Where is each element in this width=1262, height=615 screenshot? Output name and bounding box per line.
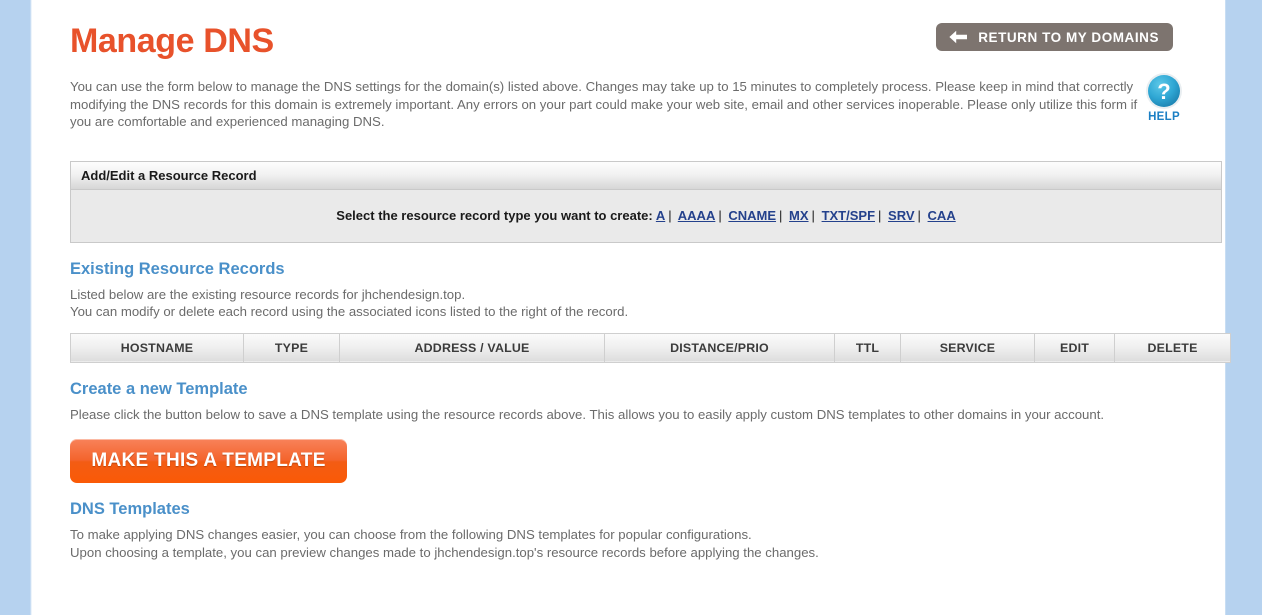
record-type-link-a[interactable]: A	[656, 208, 665, 223]
record-type-separator: |	[718, 208, 722, 223]
page-background: Manage DNS RETURN TO MY DOMAINS You can …	[0, 0, 1262, 615]
create-template-section: Create a new Template Please click the b…	[70, 380, 1187, 424]
existing-records-desc-line2: You can modify or delete each record usi…	[70, 304, 629, 319]
record-type-link-caa[interactable]: CAA	[928, 208, 956, 223]
record-type-link-aaaa[interactable]: AAAA	[678, 208, 716, 223]
table-column-header: SERVICE	[900, 332, 1035, 363]
table-header-row: HOSTNAME TYPE ADDRESS / VALUE DISTANCE/PRIO…	[70, 332, 1231, 363]
intro-section: You can use the form below to manage the…	[51, 73, 1206, 131]
create-template-title: Create a new Template	[70, 379, 248, 398]
return-to-my-domains-button[interactable]: RETURN TO MY DOMAINS	[936, 23, 1173, 51]
intro-paragraph: You can use the form below to manage the…	[70, 79, 1138, 129]
table-column-header: DISTANCE/PRIO	[604, 332, 835, 363]
left-arrow-icon	[948, 30, 968, 44]
record-type-separator: |	[668, 208, 672, 223]
table-column-header: TYPE	[243, 332, 340, 363]
record-type-link-txt-spf[interactable]: TXT/SPF	[822, 208, 875, 223]
record-type-link-list: A | AAAA | CNAME | MX | TXT/SPF | SRV | CAA	[656, 208, 956, 223]
help-widget[interactable]: ? HELP	[1136, 72, 1192, 123]
record-type-separator: |	[779, 208, 783, 223]
help-label[interactable]: HELP	[1136, 111, 1192, 123]
existing-records-title: Existing Resource Records	[70, 259, 285, 278]
resource-records-table: HOSTNAME TYPE ADDRESS / VALUE DISTANCE/PRIO…	[70, 332, 1231, 363]
create-template-description: Please click the button below to save a …	[70, 406, 1105, 422]
page-content: Manage DNS RETURN TO MY DOMAINS You can …	[32, 0, 1231, 615]
question-mark-icon[interactable]: ?	[1145, 72, 1183, 110]
existing-records-description: Listed below are the existing resource r…	[70, 286, 1187, 321]
make-this-a-template-button[interactable]: MAKE THIS A TEMPLATE	[70, 439, 347, 483]
record-type-link-srv[interactable]: SRV	[888, 208, 915, 223]
table-column-header: TTL	[834, 332, 901, 363]
add-edit-resource-record-panel: Add/Edit a Resource Record Select the re…	[70, 160, 1222, 243]
svg-text:?: ?	[1157, 79, 1170, 104]
record-type-separator: |	[878, 208, 882, 223]
page-title: Manage DNS	[70, 22, 274, 60]
return-button-label: RETURN TO MY DOMAINS	[978, 29, 1159, 45]
existing-resource-records-section: Existing Resource Records Listed below a…	[70, 260, 1187, 321]
record-type-link-cname[interactable]: CNAME	[728, 208, 776, 223]
table-column-header: HOSTNAME	[70, 332, 244, 363]
page-header: Manage DNS RETURN TO MY DOMAINS	[51, 0, 1206, 78]
record-type-selector: Select the resource record type you want…	[336, 208, 955, 223]
make-template-button-label: MAKE THIS A TEMPLATE	[91, 450, 326, 471]
record-type-link-mx[interactable]: MX	[789, 208, 809, 223]
panel-body: Select the resource record type you want…	[71, 189, 1221, 242]
table-column-header: EDIT	[1034, 332, 1115, 363]
dns-templates-desc-line2: Upon choosing a template, you can previe…	[70, 544, 819, 560]
dns-templates-description: To make applying DNS changes easier, you…	[70, 526, 1187, 561]
record-type-prompt: Select the resource record type you want…	[336, 208, 653, 223]
table-column-header: DELETE	[1114, 332, 1231, 363]
record-type-separator: |	[811, 208, 815, 223]
dns-templates-title: DNS Templates	[70, 500, 190, 518]
record-type-separator: |	[917, 208, 921, 223]
existing-records-desc-line1: Listed below are the existing resource r…	[70, 286, 466, 302]
table-column-header: ADDRESS / VALUE	[339, 332, 605, 363]
dns-templates-desc-line1: To make applying DNS changes easier, you…	[70, 527, 752, 542]
dns-templates-section: DNS Templates To make applying DNS chang…	[70, 500, 1187, 561]
panel-heading: Add/Edit a Resource Record	[71, 161, 1221, 190]
